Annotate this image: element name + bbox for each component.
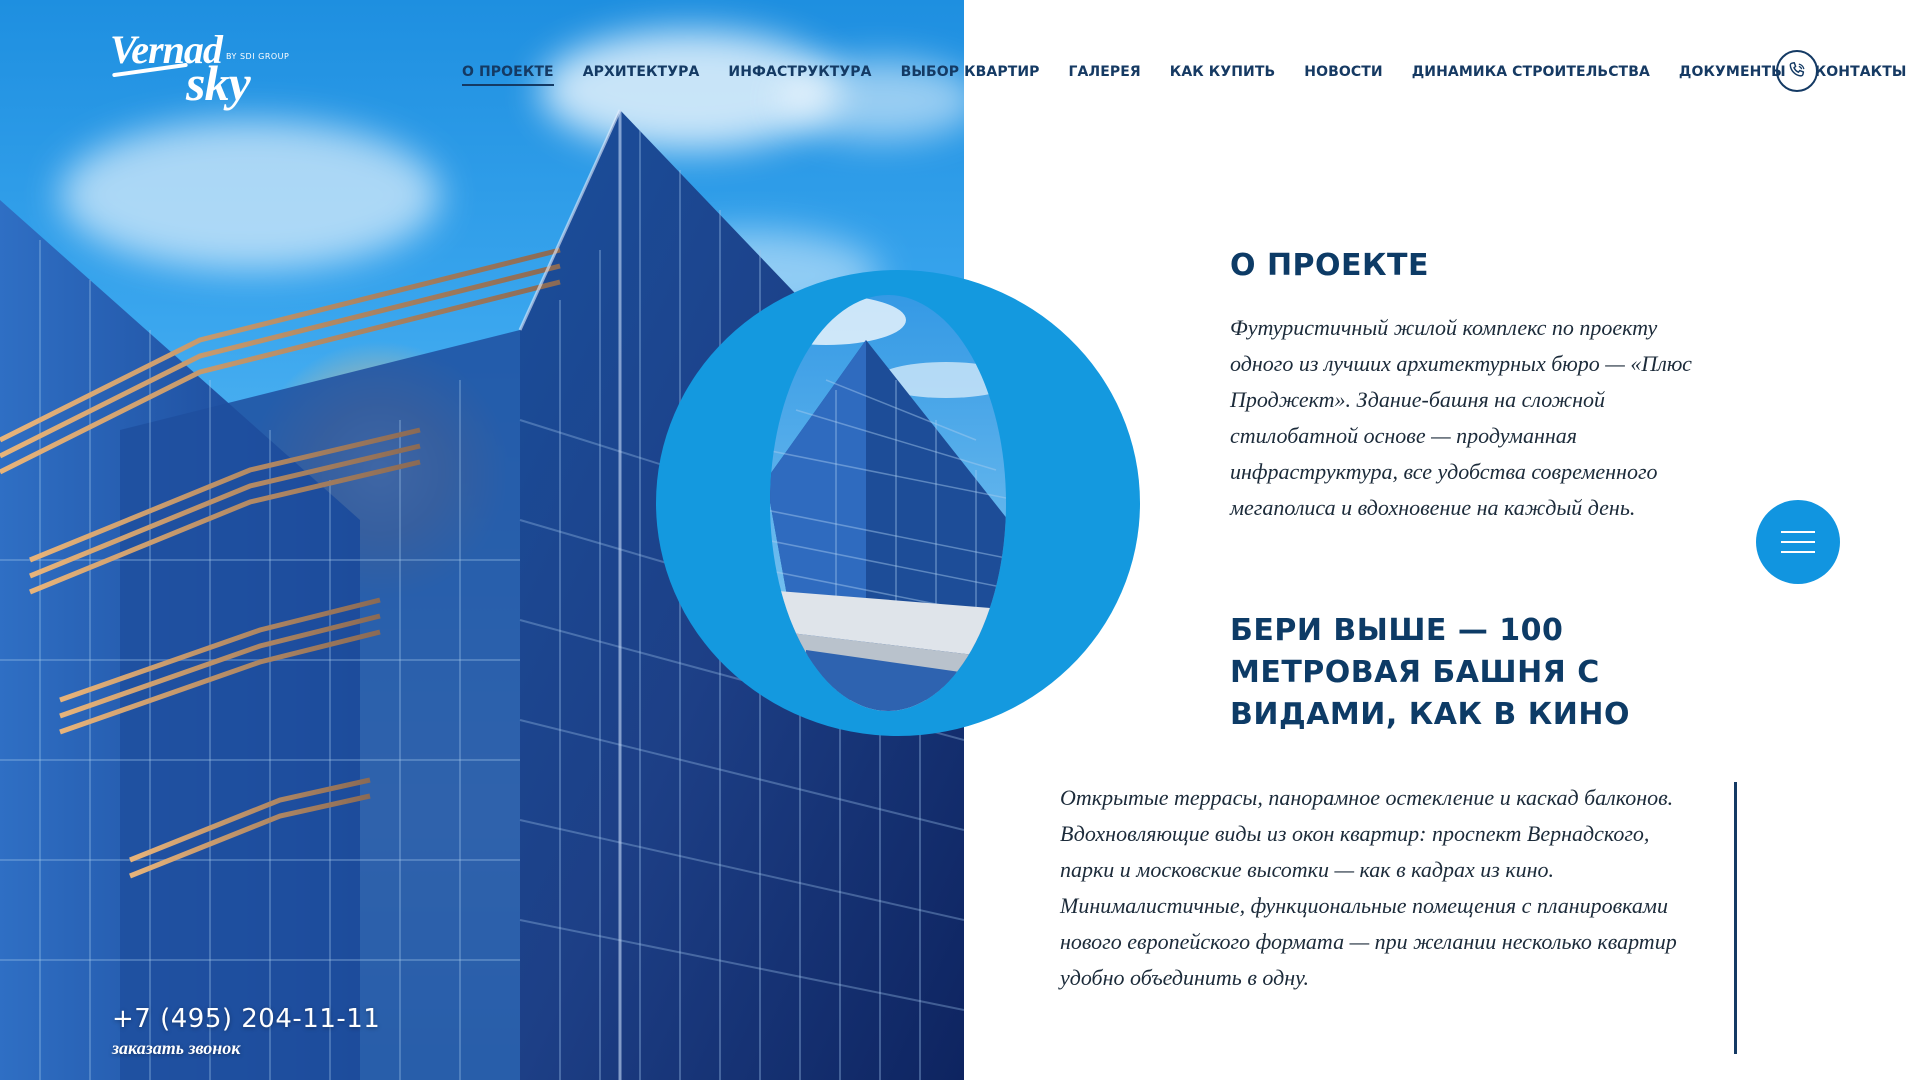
logo[interactable]: Vernad BY SDI GROUP sky [110, 26, 290, 116]
body-paragraph-1: Открытые террасы, панорамное остекление … [1060, 785, 1674, 882]
burger-menu-icon [1781, 541, 1815, 543]
burger-menu-icon [1781, 531, 1815, 533]
nav-item-apartments[interactable]: ВЫБОР КВАРТИР [901, 64, 1040, 80]
nav-item-contacts[interactable]: КОНТАКТЫ [1815, 64, 1907, 80]
nav-item-construction[interactable]: ДИНАМИКА СТРОИТЕЛЬСТВА [1412, 64, 1650, 80]
callback-link[interactable]: заказать звонок [112, 1038, 240, 1059]
menu-button[interactable] [1756, 500, 1840, 584]
headline: БЕРИ ВЫШЕ — 100 МЕТРОВАЯ БАШНЯ С ВИДАМИ,… [1230, 613, 1630, 732]
call-button[interactable] [1776, 50, 1818, 92]
nav-item-architecture[interactable]: АРХИТЕКТУРА [583, 64, 700, 80]
nav-item-news[interactable]: НОВОСТИ [1304, 64, 1382, 80]
nav-item-how-to-buy[interactable]: КАК КУПИТЬ [1170, 64, 1276, 80]
phone-icon [1789, 62, 1805, 77]
burger-menu-icon [1781, 551, 1815, 553]
section-title: О ПРОЕКТЕ [1230, 248, 1430, 283]
body-paragraph-2: Минималистичные, функциональные помещени… [1060, 893, 1677, 990]
intro-paragraph: Футуристичный жилой комплекс по проекту … [1230, 315, 1692, 520]
nav-item-infrastructure[interactable]: ИНФАСТРУКТУРА [728, 64, 871, 80]
big-o-graphic [656, 270, 1140, 736]
vertical-divider [1734, 782, 1737, 1054]
hero-phone-number[interactable]: +7 (495) 204-11-11 [112, 1004, 380, 1034]
logo-text-line2: sky [186, 55, 251, 111]
body-text: Открытые террасы, панорамное остекление … [1060, 780, 1700, 996]
nav-item-gallery[interactable]: ГАЛЕРЕЯ [1069, 64, 1141, 80]
main-nav: О ПРОЕКТЕ АРХИТЕКТУРА ИНФАСТРУКТУРА ВЫБО… [462, 60, 1920, 86]
nav-item-documents[interactable]: ДОКУМЕНТЫ [1679, 64, 1786, 80]
nav-item-about[interactable]: О ПРОЕКТЕ [462, 64, 554, 86]
